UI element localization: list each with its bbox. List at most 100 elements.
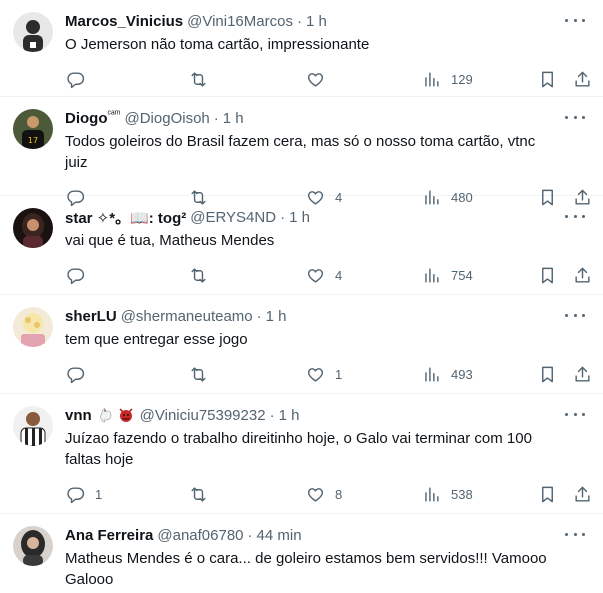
more-icon[interactable] [565,12,585,28]
share-button[interactable] [573,354,592,394]
retweet-icon [191,71,206,87]
view-count: 754 [451,267,473,283]
more-icon[interactable] [565,109,585,125]
reply-button[interactable] [66,255,95,295]
tweet[interactable]: 17 Diogoᶜᵃᵐ @DiogOisoh · 1 h Todos golei… [0,97,603,206]
tweet-text: Todos goleiros do Brasil fazem cera, mas… [65,133,536,171]
avatar[interactable] [13,406,53,446]
like-count: 1 [335,366,343,382]
more-icon[interactable] [565,208,585,224]
tweet[interactable]: sherLU @shermaneuteamo · 1 h tem que ent… [0,295,603,394]
tweet[interactable]: Marcos_Vinicius @Vini16Marcos · 1 h O Je… [0,0,603,97]
share-icon [575,267,590,283]
handle[interactable]: @DiogOisoh [125,110,210,127]
views-icon [425,71,439,87]
avatar[interactable]: 17 [13,109,53,149]
reply-button[interactable] [66,59,95,99]
views-button[interactable]: 493 [422,354,473,394]
handle[interactable]: @anaf06780 [157,527,243,544]
handle[interactable]: @shermaneuteamo [121,308,253,325]
share-icon [575,366,590,382]
avatar[interactable] [13,12,53,52]
display-name[interactable]: Ana Ferreira [65,527,153,544]
action-bar: 1 8 538 [12,474,591,516]
action-bar: 1 493 [12,354,591,396]
like-button[interactable]: 8 [306,474,342,514]
bookmark-icon [542,486,553,502]
reply-button[interactable]: 1 [66,474,102,514]
bookmark-button[interactable] [538,354,557,394]
more-icon[interactable] [565,526,585,542]
timestamp[interactable]: 1 h [223,110,244,127]
reply-button[interactable] [66,354,95,394]
retweet-button[interactable] [189,474,218,514]
views-icon [425,267,439,283]
display-name[interactable]: sherLU [65,308,117,325]
display-name[interactable]: Diogoᶜᵃᵐ [65,109,121,127]
heart-icon [307,367,324,382]
tweet-header: Ana Ferreira @anaf06780 · 44 min [65,524,551,546]
view-count: 493 [451,366,473,382]
tweet[interactable]: Ana Ferreira @anaf06780 · 44 min Matheus… [0,514,603,593]
reply-icon [67,267,85,284]
display-name-suffix: ᶜᵃᵐ [107,109,121,120]
separator: · [296,12,302,30]
display-name[interactable]: Marcos_Vinicius [65,13,183,30]
retweet-icon [191,486,206,502]
display-name-text: Diogo [65,110,108,127]
retweet-icon [191,366,206,382]
avatar[interactable] [13,307,53,347]
timestamp[interactable]: 44 min [257,527,302,544]
view-count: 538 [451,486,473,502]
heart-icon [307,487,324,502]
retweet-button[interactable] [189,354,218,394]
share-button[interactable] [573,59,592,99]
more-icon[interactable] [565,307,585,323]
bookmark-button[interactable] [538,255,557,295]
timestamp[interactable]: 1 h [289,209,310,226]
like-button[interactable]: 4 [306,255,342,295]
avatar[interactable] [13,208,53,248]
bookmark-button[interactable] [538,59,557,99]
retweet-button[interactable] [189,59,218,99]
like-count: 8 [335,486,343,502]
timestamp[interactable]: 1 h [306,13,327,30]
bookmark-button[interactable] [538,474,557,514]
timestamp[interactable]: 1 h [266,308,287,325]
handle[interactable]: @ERYS4ND [190,209,276,226]
separator: · [280,208,286,226]
tweet[interactable]: star ✧*。📖: tog² @ERYS4ND · 1 h vai que é… [0,196,603,295]
share-button[interactable] [573,255,592,295]
more-icon[interactable] [565,406,585,422]
retweet-icon [191,267,206,283]
action-bar: 4 754 [12,255,591,297]
reply-icon [67,366,85,383]
action-bar: 129 [12,59,591,101]
avatar[interactable] [13,526,53,566]
handle[interactable]: @Vini16Marcos [187,13,293,30]
tweet-text: vai que é tua, Matheus Mendes [65,232,275,249]
reply-icon [67,486,85,503]
handle[interactable]: @Viniciu75399232 [140,407,266,424]
view-count: 129 [451,71,473,87]
rooster-emoji-icon [99,408,111,423]
tweet[interactable]: vnn @Viniciu75399232 · 1 h Juízao fazend… [0,394,603,514]
like-button[interactable] [306,59,335,99]
share-icon [575,71,590,87]
share-button[interactable] [573,474,592,514]
like-button[interactable]: 1 [306,354,342,394]
svg-text:17: 17 [28,136,38,145]
retweet-button[interactable] [189,255,218,295]
views-button[interactable]: 538 [422,474,473,514]
display-name[interactable]: star ✧*。📖: tog² [65,207,186,228]
tweet-text: Matheus Mendes é o cara... de goleiro es… [65,550,547,588]
views-button[interactable]: 129 [422,59,473,99]
timestamp[interactable]: 1 h [279,407,300,424]
views-button[interactable]: 754 [422,255,473,295]
tweet-header: vnn @Viniciu75399232 · 1 h [65,404,551,426]
tweet-text: tem que entregar esse jogo [65,331,248,348]
like-count: 4 [335,267,343,283]
bookmark-icon [542,267,553,283]
display-name[interactable]: vnn [65,407,92,424]
reply-count: 1 [95,486,103,502]
